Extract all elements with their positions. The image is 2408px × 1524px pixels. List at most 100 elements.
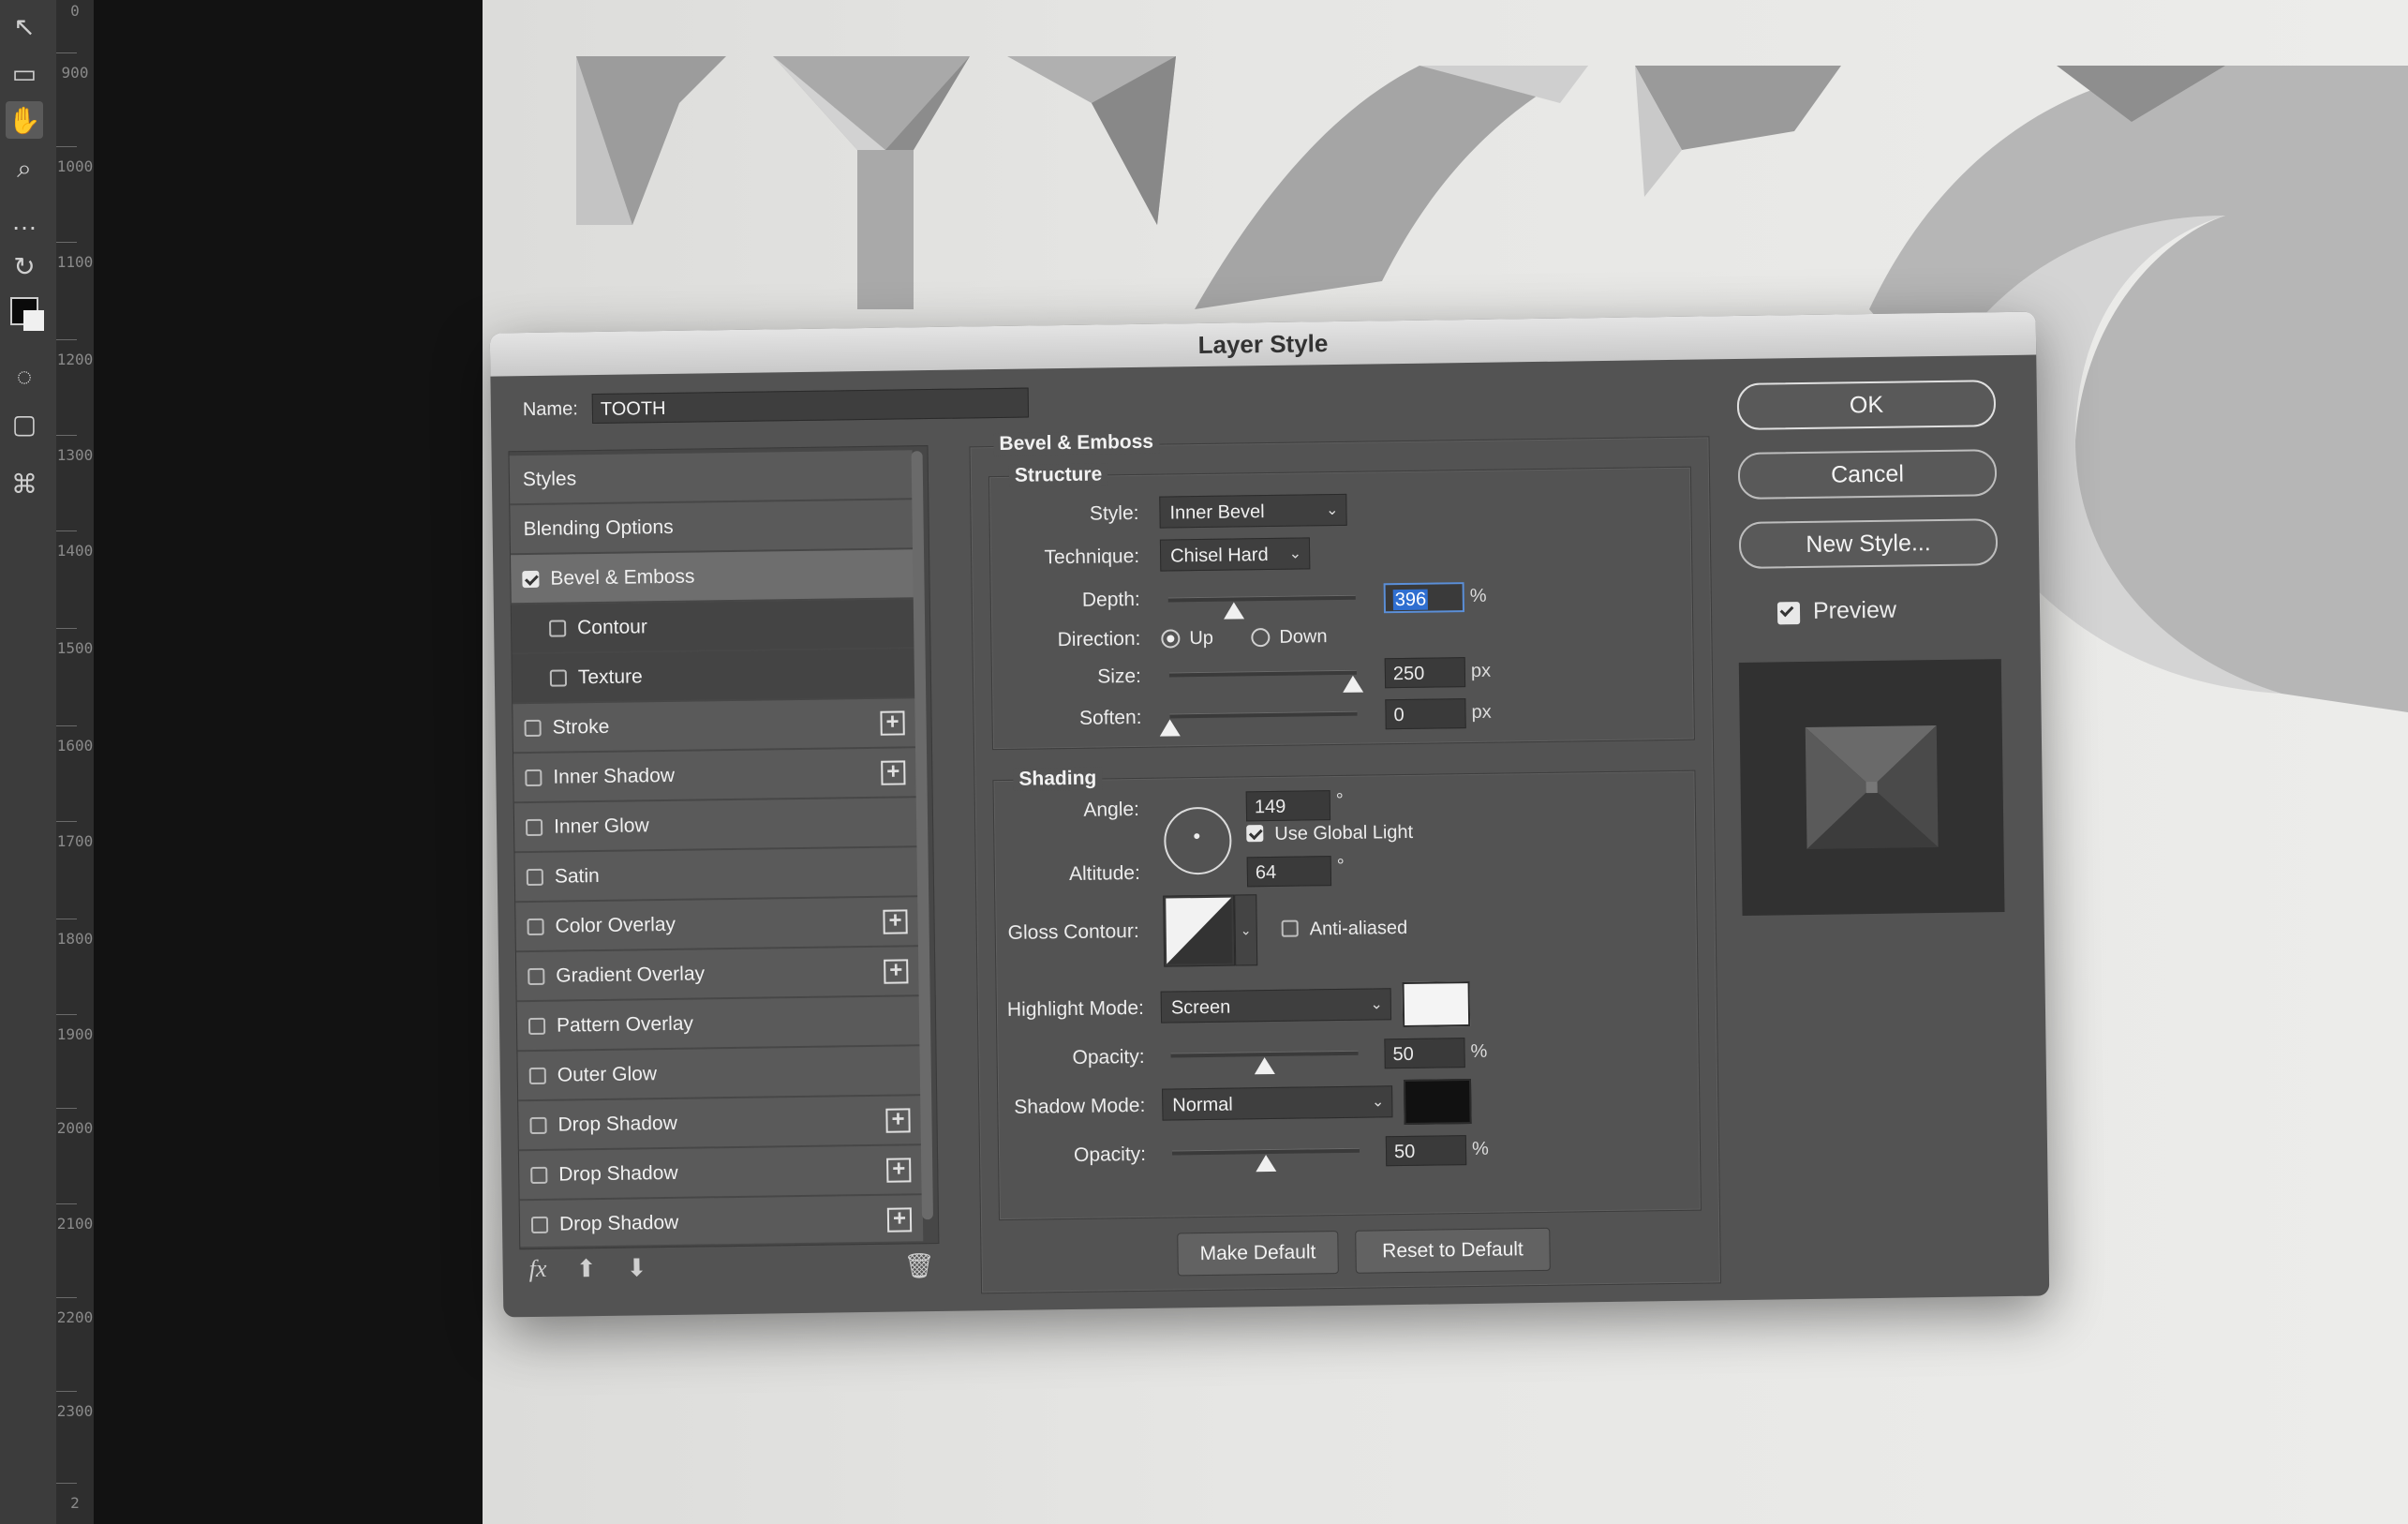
- styles-list-item-drop-shadow[interactable]: Drop Shadow +: [518, 1096, 922, 1152]
- styles-list-item-inner-shadow[interactable]: Inner Shadow +: [513, 748, 917, 804]
- shading-title: Shading: [1013, 767, 1103, 791]
- add-effect-icon[interactable]: +: [881, 759, 906, 785]
- inner-shadow-checkbox[interactable]: [525, 769, 543, 787]
- ok-button[interactable]: OK: [1736, 380, 1997, 430]
- styles-list-item-outer-glow[interactable]: Outer Glow: [517, 1046, 922, 1102]
- swap-icon[interactable]: ↻: [6, 247, 43, 285]
- soften-input[interactable]: 0: [1385, 698, 1466, 730]
- styles-list-item-satin[interactable]: Satin: [514, 847, 919, 904]
- color-overlay-checkbox[interactable]: [527, 918, 544, 936]
- styles-list-label: Bevel & Emboss: [550, 565, 695, 590]
- arrow-down-icon[interactable]: ⬇: [626, 1253, 647, 1282]
- styles-list-label: Drop Shadow: [558, 1161, 678, 1186]
- highlight-color-swatch[interactable]: [1402, 981, 1471, 1028]
- size-input[interactable]: 250: [1384, 657, 1466, 689]
- bevel-style-select[interactable]: Inner Bevel ⌄: [1159, 493, 1347, 529]
- color-swatch-icon[interactable]: [6, 292, 44, 331]
- stroke-checkbox[interactable]: [524, 719, 542, 738]
- styles-list-label: Drop Shadow: [558, 1211, 679, 1235]
- bevel-emboss-checkbox[interactable]: [522, 570, 540, 589]
- altitude-unit: °: [1336, 855, 1345, 877]
- preview-checkbox[interactable]: [1776, 602, 1801, 625]
- highlight-mode-select[interactable]: Screen ⌄: [1160, 988, 1392, 1023]
- add-effect-icon[interactable]: +: [886, 1205, 913, 1233]
- satin-checkbox[interactable]: [526, 868, 543, 887]
- styles-list-item-stroke[interactable]: Stroke +: [513, 698, 916, 755]
- highlight-mode-value: Screen: [1170, 996, 1231, 1019]
- more-icon[interactable]: …: [6, 202, 43, 240]
- drop-shadow-checkbox[interactable]: [530, 1216, 549, 1234]
- new-style-button[interactable]: New Style...: [1738, 518, 1999, 569]
- ruler-tick: 1500: [56, 628, 94, 657]
- rectangle-marquee-icon[interactable]: ▭: [6, 54, 43, 92]
- highlight-opacity-input[interactable]: 50: [1384, 1038, 1465, 1069]
- gloss-contour-picker[interactable]: [1163, 894, 1236, 967]
- use-global-light-checkbox[interactable]: [1246, 825, 1264, 843]
- add-effect-icon[interactable]: +: [883, 907, 908, 934]
- highlight-opacity-unit: %: [1470, 1040, 1488, 1063]
- styles-list-item-drop-shadow[interactable]: Drop Shadow +: [518, 1145, 923, 1202]
- name-label: Name:: [522, 398, 578, 421]
- bevel-preview-icon: [1805, 725, 1939, 849]
- direction-down-label: Down: [1279, 626, 1328, 648]
- pattern-overlay-checkbox[interactable]: [528, 1017, 546, 1036]
- arrow-up-icon[interactable]: ⬆: [575, 1254, 596, 1283]
- angle-label: Angle:: [1083, 798, 1140, 821]
- depth-slider-thumb[interactable]: [1223, 602, 1245, 620]
- styles-list-item-texture[interactable]: Texture: [512, 649, 916, 705]
- screen-mode-icon[interactable]: ▢: [6, 405, 43, 442]
- add-effect-icon[interactable]: +: [880, 710, 905, 736]
- make-default-button[interactable]: Make Default: [1177, 1231, 1339, 1277]
- shadow-mode-select[interactable]: Normal ⌄: [1162, 1085, 1393, 1121]
- vertical-ruler: 0 900 1000 1100 1200 1300 1400 1500 1600…: [56, 0, 95, 1524]
- outer-glow-checkbox[interactable]: [528, 1067, 546, 1085]
- chevron-down-icon[interactable]: ⌄: [1234, 894, 1258, 966]
- styles-list-item-color-overlay[interactable]: Color Overlay +: [515, 897, 919, 953]
- add-effect-icon[interactable]: +: [886, 1156, 912, 1183]
- depth-input[interactable]: 396: [1383, 582, 1465, 614]
- layer-name-input[interactable]: TOOTH: [591, 387, 1030, 425]
- styles-list-item[interactable]: Styles: [509, 450, 914, 506]
- cancel-button[interactable]: Cancel: [1737, 449, 1998, 500]
- trash-icon[interactable]: 🗑: [903, 1251, 934, 1280]
- inner-glow-checkbox[interactable]: [525, 818, 543, 837]
- contour-checkbox[interactable]: [549, 620, 567, 637]
- shadow-opacity-slider-thumb[interactable]: [1256, 1154, 1277, 1173]
- styles-list-item-gradient-overlay[interactable]: Gradient Overlay +: [515, 947, 920, 1003]
- size-slider-thumb[interactable]: [1342, 675, 1364, 693]
- styles-list-item-inner-glow[interactable]: Inner Glow: [513, 798, 918, 854]
- add-effect-icon[interactable]: +: [885, 1106, 911, 1133]
- shadow-opacity-input[interactable]: 50: [1385, 1135, 1467, 1167]
- styles-list-item-bevel-emboss[interactable]: Bevel & Emboss: [511, 549, 914, 605]
- preview-label: Preview: [1812, 596, 1897, 624]
- arrow-select-icon[interactable]: ↖: [6, 7, 43, 45]
- soften-slider-thumb[interactable]: [1159, 719, 1181, 737]
- tools-panel: ↖ ▭ ✋ ⌕ … ↻ ◌ ▢ ⌘: [0, 0, 56, 1524]
- styles-list-item[interactable]: Blending Options: [510, 500, 914, 556]
- zoom-icon[interactable]: ⌕: [6, 150, 43, 187]
- technique-select[interactable]: Chisel Hard ⌄: [1159, 537, 1311, 572]
- styles-list-item-drop-shadow[interactable]: Drop Shadow +: [519, 1195, 924, 1248]
- styles-list-item-contour[interactable]: Contour: [511, 599, 915, 655]
- reset-to-default-button[interactable]: Reset to Default: [1355, 1227, 1551, 1274]
- quick-mask-icon[interactable]: ◌: [6, 358, 43, 396]
- fx-icon[interactable]: fx: [528, 1255, 546, 1283]
- shadow-color-swatch[interactable]: [1403, 1079, 1472, 1126]
- highlight-opacity-slider-thumb[interactable]: [1254, 1056, 1275, 1075]
- add-effect-icon[interactable]: +: [884, 957, 909, 984]
- texture-checkbox[interactable]: [549, 669, 568, 687]
- gradient-overlay-checkbox[interactable]: [528, 967, 545, 986]
- hand-icon[interactable]: ✋: [6, 101, 43, 139]
- direction-down-radio[interactable]: [1251, 627, 1271, 648]
- share-icon[interactable]: ⌘: [6, 465, 43, 502]
- ruler-tick: 0: [56, 4, 94, 19]
- ruler-tick: 900: [56, 52, 94, 81]
- drop-shadow-checkbox[interactable]: [529, 1116, 547, 1135]
- angle-input[interactable]: 149: [1245, 790, 1331, 822]
- soften-unit: px: [1471, 701, 1492, 723]
- altitude-label: Altitude:: [1068, 861, 1141, 885]
- altitude-input[interactable]: 64: [1246, 856, 1332, 888]
- anti-aliased-checkbox[interactable]: [1281, 919, 1299, 937]
- styles-list-item-pattern-overlay[interactable]: Pattern Overlay: [516, 996, 921, 1053]
- drop-shadow-checkbox[interactable]: [530, 1166, 548, 1185]
